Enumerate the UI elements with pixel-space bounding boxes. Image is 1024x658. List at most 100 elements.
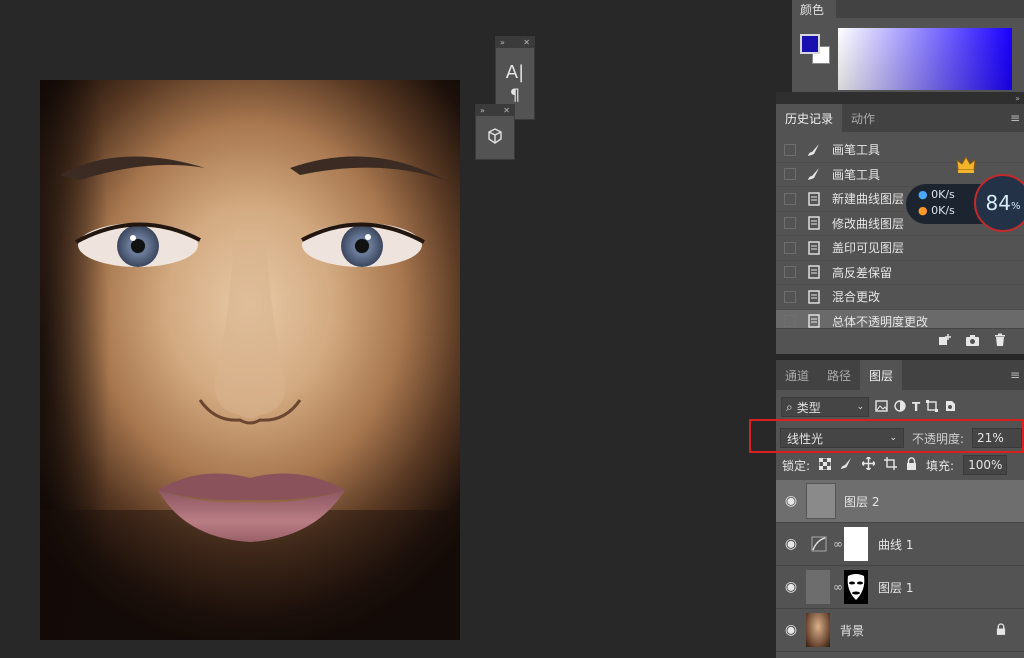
snapshot-checkbox[interactable] xyxy=(784,315,796,328)
document-icon xyxy=(806,215,822,231)
layer-name[interactable]: 图层 2 xyxy=(844,493,879,510)
brush-icon xyxy=(806,166,822,182)
filter-kind-select[interactable]: ⌕ 类型 ⌄ xyxy=(781,397,869,417)
layer-name[interactable]: 曲线 1 xyxy=(878,536,913,553)
cube-icon[interactable] xyxy=(476,128,514,147)
highlight-box xyxy=(749,419,1024,453)
layer-name[interactable]: 图层 1 xyxy=(878,579,913,596)
history-item-label: 画笔工具 xyxy=(832,167,881,182)
document-icon xyxy=(806,313,822,329)
fill-label: 填充: xyxy=(926,458,955,473)
color-spectrum[interactable] xyxy=(838,28,1012,90)
layer-mask-thumbnail[interactable] xyxy=(844,527,868,561)
link-chain-icon[interactable]: ∞ xyxy=(832,580,844,594)
character-panel-icon[interactable]: A| xyxy=(496,62,534,83)
lock-transparent-pixels-icon[interactable] xyxy=(818,457,832,473)
history-tabs: 历史记录 动作 ≡ xyxy=(776,104,1024,132)
tab-paths[interactable]: 路径 xyxy=(818,360,860,390)
pixel-layer-filter-icon[interactable] xyxy=(875,399,888,415)
trash-icon[interactable] xyxy=(994,333,1006,350)
layer-thumbnail xyxy=(806,483,836,519)
crown-icon xyxy=(956,155,976,178)
history-item[interactable]: 盖印可见图层 xyxy=(776,236,1024,261)
history-list: 画笔工具 画笔工具 新建曲线图层 修改曲线图层 盖印可见图层 高反差保留 混合更… xyxy=(776,132,1024,334)
history-item-label: 盖印可见图层 xyxy=(832,241,905,256)
layer-name[interactable]: 背景 xyxy=(840,622,864,639)
layer-row-background[interactable]: ◉ 背景 xyxy=(776,609,1024,652)
color-panel: 颜色 xyxy=(792,0,1024,92)
visibility-eye-icon[interactable]: ◉ xyxy=(776,579,806,595)
lock-all-icon[interactable] xyxy=(906,457,917,473)
3d-mini-panel[interactable]: » ✕ xyxy=(475,104,515,160)
portrait-image xyxy=(40,80,460,640)
history-item[interactable]: 画笔工具 xyxy=(776,138,1024,163)
visibility-eye-icon[interactable]: ◉ xyxy=(776,536,806,552)
snapshot-checkbox[interactable] xyxy=(784,241,796,254)
filter-kind-label: 类型 xyxy=(796,400,821,415)
collapse-icon[interactable]: » xyxy=(1015,94,1020,103)
foreground-color-swatch[interactable] xyxy=(800,34,820,54)
snapshot-checkbox[interactable] xyxy=(784,192,796,205)
layers-panel: 通道 路径 图层 ≡ ⌕ 类型 ⌄ T 线性光 ⌄ 不透明度: 21% 锁定: xyxy=(749,360,1024,658)
document-canvas[interactable] xyxy=(40,80,460,640)
layer-row-layer1[interactable]: ◉ ∞ 图层 1 xyxy=(776,566,1024,609)
expand-icon[interactable]: » xyxy=(480,106,485,115)
snapshot-checkbox[interactable] xyxy=(784,168,796,181)
new-document-from-state-icon[interactable] xyxy=(937,333,951,350)
tab-actions[interactable]: 动作 xyxy=(842,104,884,132)
layer-thumbnail xyxy=(806,613,830,647)
history-item[interactable]: 高反差保留 xyxy=(776,261,1024,285)
layers-tabs: 通道 路径 图层 ≡ xyxy=(776,360,1024,390)
type-layer-filter-icon[interactable]: T xyxy=(912,400,920,414)
panel-menu-icon[interactable]: ≡ xyxy=(1006,104,1024,132)
network-speed-widget[interactable]: ● 0K/s ● 0K/s 84% xyxy=(906,155,1024,232)
link-chain-icon[interactable]: ∞ xyxy=(832,537,844,551)
history-item-label: 新建曲线图层 xyxy=(832,192,905,207)
panel-menu-icon[interactable]: ≡ xyxy=(1006,360,1024,390)
tab-channels[interactable]: 通道 xyxy=(776,360,818,390)
smart-object-filter-icon[interactable] xyxy=(944,400,956,415)
memory-usage-dial[interactable]: 84% xyxy=(974,174,1024,232)
close-icon[interactable]: ✕ xyxy=(523,38,530,47)
visibility-eye-icon[interactable]: ◉ xyxy=(776,493,806,509)
history-item-label: 画笔工具 xyxy=(832,143,881,158)
document-icon xyxy=(806,240,822,256)
history-item-label: 高反差保留 xyxy=(832,265,893,280)
download-speed: 0K/s xyxy=(931,204,955,217)
curves-adjustment-icon xyxy=(806,536,832,552)
close-icon[interactable]: ✕ xyxy=(503,106,510,115)
chevron-down-icon: ⌄ xyxy=(856,402,864,412)
snapshot-checkbox[interactable] xyxy=(784,290,796,303)
lock-image-pixels-icon[interactable] xyxy=(840,457,853,473)
download-arrow-icon: ● xyxy=(918,204,928,217)
document-icon xyxy=(806,191,822,207)
color-tab[interactable]: 颜色 xyxy=(792,0,836,18)
layer-thumbnail xyxy=(806,570,830,604)
fill-input[interactable]: 100% xyxy=(963,455,1008,475)
lock-position-icon[interactable] xyxy=(861,456,876,473)
layer-row-curves1[interactable]: ◉ ∞ 曲线 1 xyxy=(776,523,1024,566)
visibility-eye-icon[interactable]: ◉ xyxy=(776,622,806,638)
search-icon: ⌕ xyxy=(786,399,793,414)
layer-mask-thumbnail[interactable] xyxy=(844,570,868,604)
snapshot-checkbox[interactable] xyxy=(784,266,796,279)
tab-layers[interactable]: 图层 xyxy=(860,360,903,390)
upload-speed: 0K/s xyxy=(931,188,955,201)
usage-percent: 84 xyxy=(985,191,1011,215)
document-icon xyxy=(806,264,822,280)
snapshot-checkbox[interactable] xyxy=(784,217,796,230)
layer-row-layer2[interactable]: ◉ 图层 2 xyxy=(776,480,1024,523)
fill-value: 100% xyxy=(968,458,1003,472)
paragraph-panel-icon[interactable]: ¶ xyxy=(496,85,534,104)
tab-history[interactable]: 历史记录 xyxy=(776,104,843,132)
lock-icon xyxy=(996,622,1006,638)
snapshot-checkbox[interactable] xyxy=(784,143,796,156)
adjustment-layer-filter-icon[interactable] xyxy=(894,399,906,415)
expand-icon[interactable]: » xyxy=(500,38,505,47)
lock-label: 锁定: xyxy=(782,458,811,473)
history-item-label: 混合更改 xyxy=(832,290,881,305)
shape-layer-filter-icon[interactable] xyxy=(926,399,939,415)
history-item[interactable]: 混合更改 xyxy=(776,285,1024,310)
camera-icon[interactable] xyxy=(965,334,980,350)
lock-artboard-icon[interactable] xyxy=(884,457,898,473)
